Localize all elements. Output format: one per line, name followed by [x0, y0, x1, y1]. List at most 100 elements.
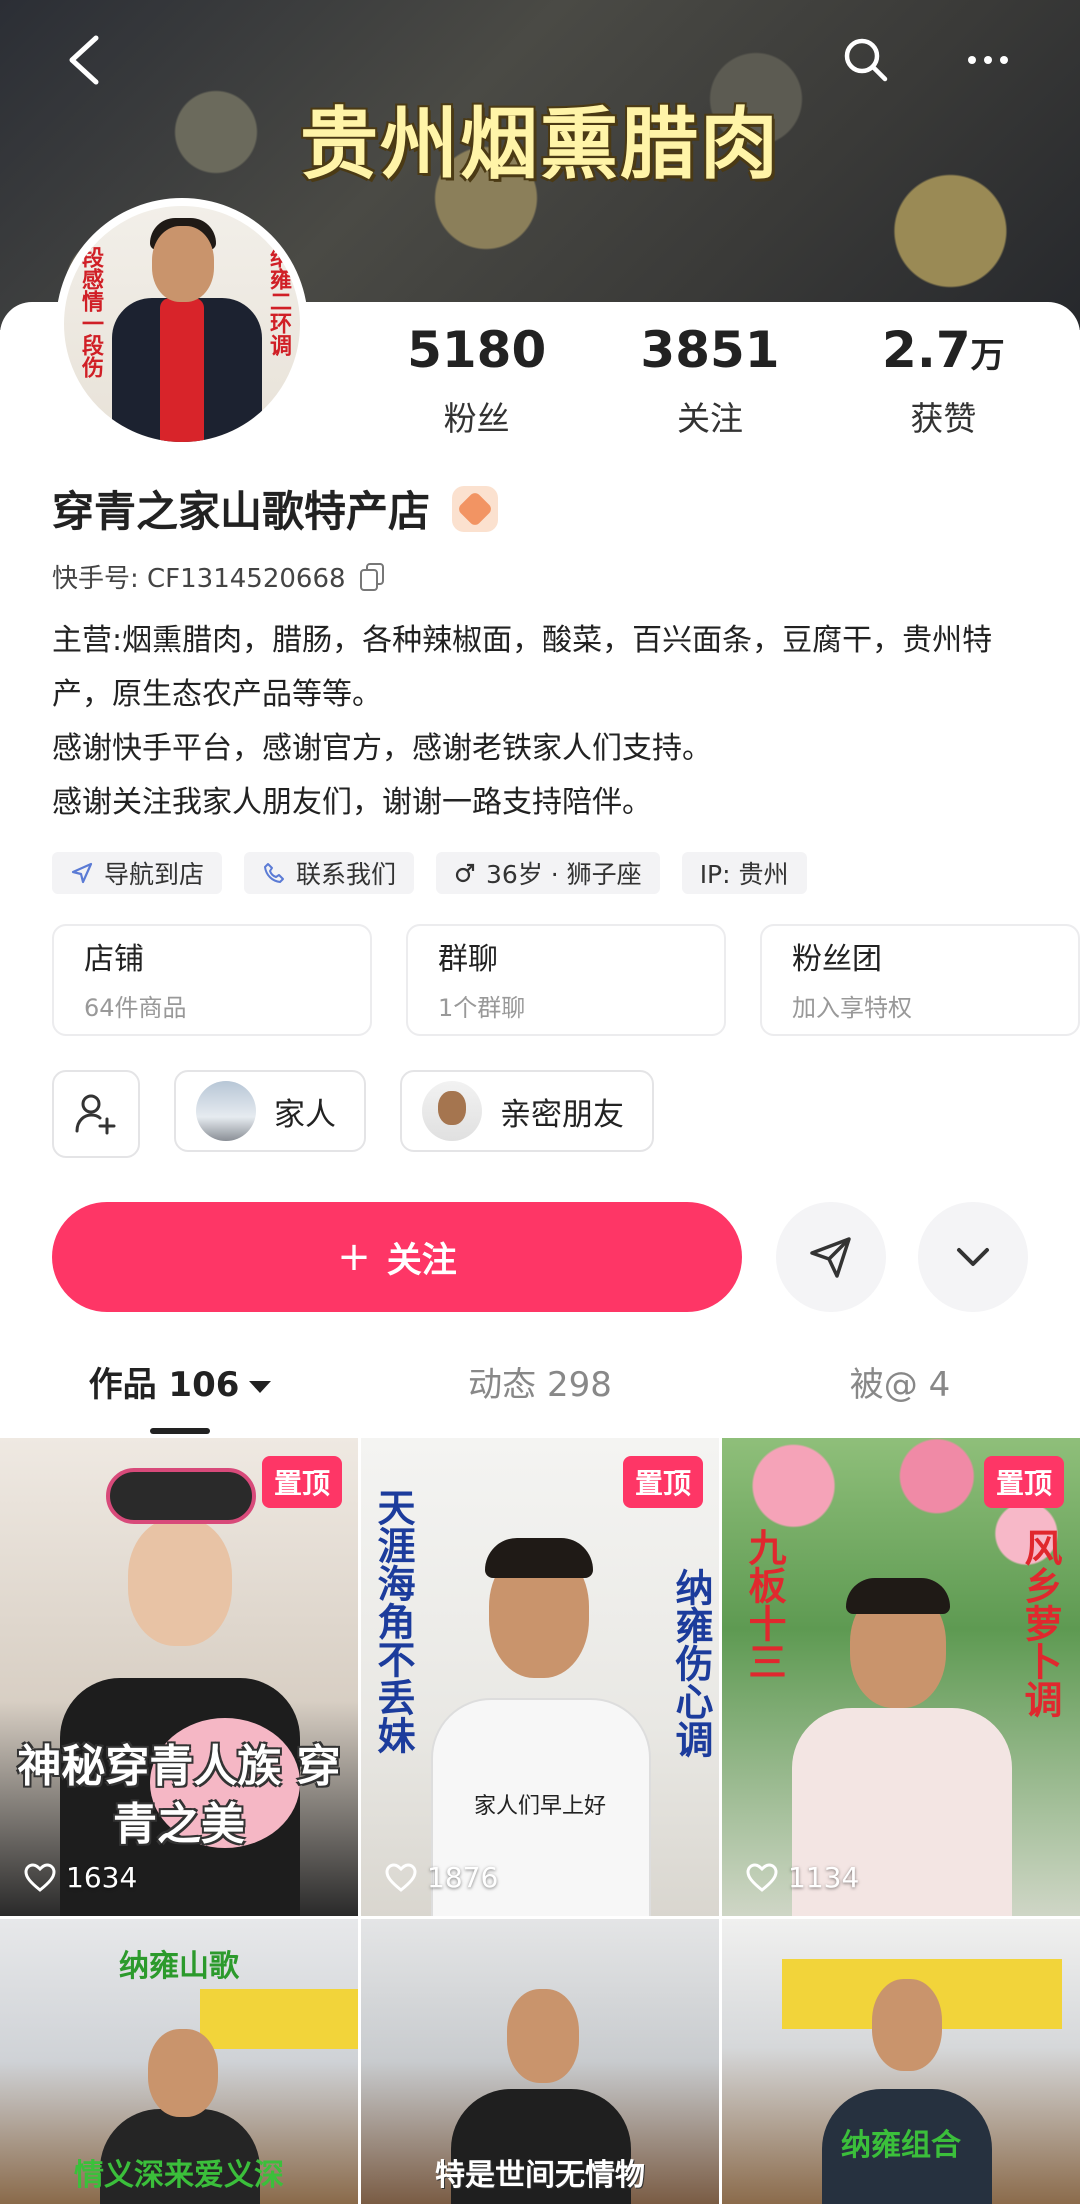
- video-card[interactable]: 天涯海角不丢妹 纳雍伤心调 家人们早上好 置顶 1876: [361, 1438, 719, 1916]
- content-tabs: 作品 106 动态 298 被@ 4: [0, 1348, 1080, 1428]
- entry-cards: 店铺 64件商品 群聊 1个群聊 粉丝团 加入享特权: [52, 924, 1080, 1036]
- group-chat-entry[interactable]: 群聊 1个群聊: [406, 924, 726, 1036]
- pinned-badge: 置顶: [983, 1456, 1064, 1508]
- fan-club-entry[interactable]: 粉丝团 加入享特权: [760, 924, 1080, 1036]
- pinned-badge: 置顶: [622, 1456, 703, 1508]
- search-button[interactable]: [834, 28, 898, 92]
- like-count-value: 1134: [788, 1861, 860, 1894]
- entry-title: 店铺: [84, 942, 144, 977]
- video-bottom-text: 纳雍组合: [841, 2128, 961, 2163]
- add-user-icon: [75, 1094, 116, 1135]
- banner-title: 贵州烟熏腊肉: [299, 100, 780, 190]
- copy-icon[interactable]: [359, 562, 386, 591]
- heart-icon: [746, 1862, 778, 1892]
- video-grid: 神秘穿青人族 穿青之美 置顶 1634 天涯海角不丢妹 纳雍伤心调 家人们早上好…: [0, 1438, 1080, 2204]
- stat-label: 获赞: [910, 399, 977, 438]
- stat-unit: 万: [970, 336, 1005, 376]
- profile-name: 穿青之家山歌特产店: [52, 487, 431, 536]
- tag-row: 导航到店 联系我们 36岁 · 狮子座 IP: 贵州: [52, 852, 807, 894]
- tab-label: 作品 106: [88, 1365, 240, 1405]
- pinned-badge: 置顶: [261, 1456, 342, 1508]
- stat-likes[interactable]: 2.7万 获赞: [827, 320, 1060, 440]
- bio-line: 感谢关注我家人朋友们，谢谢一路支持陪伴。: [52, 785, 652, 820]
- name-row: 穿青之家山歌特产店: [52, 478, 499, 539]
- video-card[interactable]: 神秘穿青人族 穿青之美 置顶 1634: [0, 1438, 358, 1916]
- video-card[interactable]: 九板十三 风乡萝卜调 置顶 1134: [722, 1438, 1080, 1916]
- video-card[interactable]: 纳雍山歌 情义深来爱义深: [0, 1919, 358, 2204]
- more-dots-icon: [968, 56, 1008, 64]
- more-options-button[interactable]: [918, 1202, 1028, 1312]
- navigate-to-store-tag[interactable]: 导航到店: [52, 852, 223, 894]
- like-count-value: 1876: [427, 1861, 499, 1894]
- send-icon: [810, 1237, 851, 1278]
- stat-number: 2.7: [882, 321, 971, 379]
- bio-line: 主营:烟熏腊肉，腊肠，各种辣椒面，酸菜，百兴面条，豆腐干，贵州特产，原生态农产品…: [52, 623, 993, 712]
- heart-icon: [24, 1862, 56, 1892]
- like-count: 1876: [385, 1861, 498, 1894]
- navigation-arrow-icon: [71, 862, 93, 884]
- avatar-text-right: 纳雍二环调: [266, 246, 291, 356]
- avatar: [422, 1081, 482, 1141]
- share-button[interactable]: [776, 1202, 886, 1312]
- like-count: 1134: [746, 1861, 859, 1894]
- video-bottom-text: 情义深来爱义深: [74, 2158, 284, 2193]
- video-side-text: 纳雍伤心调: [669, 1568, 713, 1758]
- male-icon: [455, 863, 475, 883]
- tab-moments[interactable]: 动态 298: [360, 1348, 720, 1428]
- more-button[interactable]: [956, 28, 1020, 92]
- stat-number: 3851: [640, 321, 780, 379]
- friend-chip-label: 亲密朋友: [500, 1096, 624, 1133]
- phone-icon: [264, 863, 285, 883]
- profile-page: 贵州烟熏腊肉 段感情一段伤 纳雍二环调 5180 粉丝 3851 关注 2.7万…: [0, 0, 1080, 2204]
- caret-down-icon: [249, 1380, 272, 1393]
- stat-label: 关注: [676, 399, 743, 438]
- bio: 主营:烟熏腊肉，腊肠，各种辣椒面，酸菜，百兴面条，豆腐干，贵州特产，原生态农产品…: [52, 614, 1032, 830]
- tab-works[interactable]: 作品 106: [0, 1348, 360, 1428]
- video-bottom-text: 特是世间无情物: [435, 2158, 645, 2193]
- video-side-text: 天涯海角不丢妹: [371, 1488, 415, 1754]
- stat-number: 5180: [407, 321, 547, 379]
- friend-chip-family[interactable]: 家人: [174, 1070, 366, 1152]
- merchant-badge-icon[interactable]: [452, 485, 499, 532]
- tab-label: 被@ 4: [849, 1365, 951, 1405]
- video-caption: 家人们早上好: [473, 1794, 606, 1819]
- kuaishou-id-row[interactable]: 快手号: CF1314520668: [52, 558, 386, 595]
- tab-mentions[interactable]: 被@ 4: [720, 1348, 1080, 1428]
- search-icon: [844, 38, 888, 82]
- video-side-text: 风乡萝卜调: [1018, 1528, 1062, 1718]
- kuaishou-id: 快手号: CF1314520668: [52, 564, 346, 594]
- tag-label: 36岁 · 狮子座: [486, 860, 642, 889]
- video-card[interactable]: 特是世间无情物: [361, 1919, 719, 2204]
- avatar-text-left: 段感情一段伤: [78, 246, 103, 378]
- friend-chip-close-friends[interactable]: 亲密朋友: [400, 1070, 654, 1152]
- entry-title: 群聊: [438, 942, 498, 977]
- active-tab-indicator: [150, 1428, 210, 1434]
- friend-chip-label: 家人: [274, 1096, 336, 1133]
- tag-label: 联系我们: [296, 860, 397, 889]
- heart-icon: [385, 1862, 417, 1892]
- stat-following[interactable]: 3851 关注: [593, 320, 826, 440]
- video-card[interactable]: 纳雍组合: [722, 1919, 1080, 2204]
- video-top-text: 纳雍山歌: [119, 1949, 239, 1984]
- stat-label: 粉丝: [443, 399, 510, 438]
- entry-subtitle: 1个群聊: [438, 994, 526, 1022]
- follow-label: 关注: [386, 1240, 457, 1281]
- ip-location-tag: IP: 贵州: [681, 852, 807, 894]
- chevron-down-icon: [957, 1248, 989, 1266]
- tag-label: 导航到店: [104, 860, 205, 889]
- stat-followers[interactable]: 5180 粉丝: [360, 320, 593, 440]
- tag-label: IP: 贵州: [699, 860, 789, 889]
- stats-row: 5180 粉丝 3851 关注 2.7万 获赞: [360, 320, 1060, 440]
- plus-icon: +: [337, 1234, 371, 1280]
- contact-us-tag[interactable]: 联系我们: [244, 852, 415, 894]
- entry-title: 粉丝团: [792, 942, 882, 977]
- back-button[interactable]: [52, 28, 116, 92]
- entry-subtitle: 64件商品: [84, 994, 187, 1022]
- entry-subtitle: 加入享特权: [792, 994, 912, 1022]
- friends-row: 家人 亲密朋友: [52, 1070, 654, 1158]
- add-friend-button[interactable]: [52, 1070, 140, 1158]
- avatar[interactable]: 段感情一段伤 纳雍二环调: [56, 198, 308, 450]
- video-side-text: 九板十三: [742, 1528, 786, 1680]
- follow-button[interactable]: + 关注: [52, 1202, 742, 1312]
- store-entry[interactable]: 店铺 64件商品: [52, 924, 372, 1036]
